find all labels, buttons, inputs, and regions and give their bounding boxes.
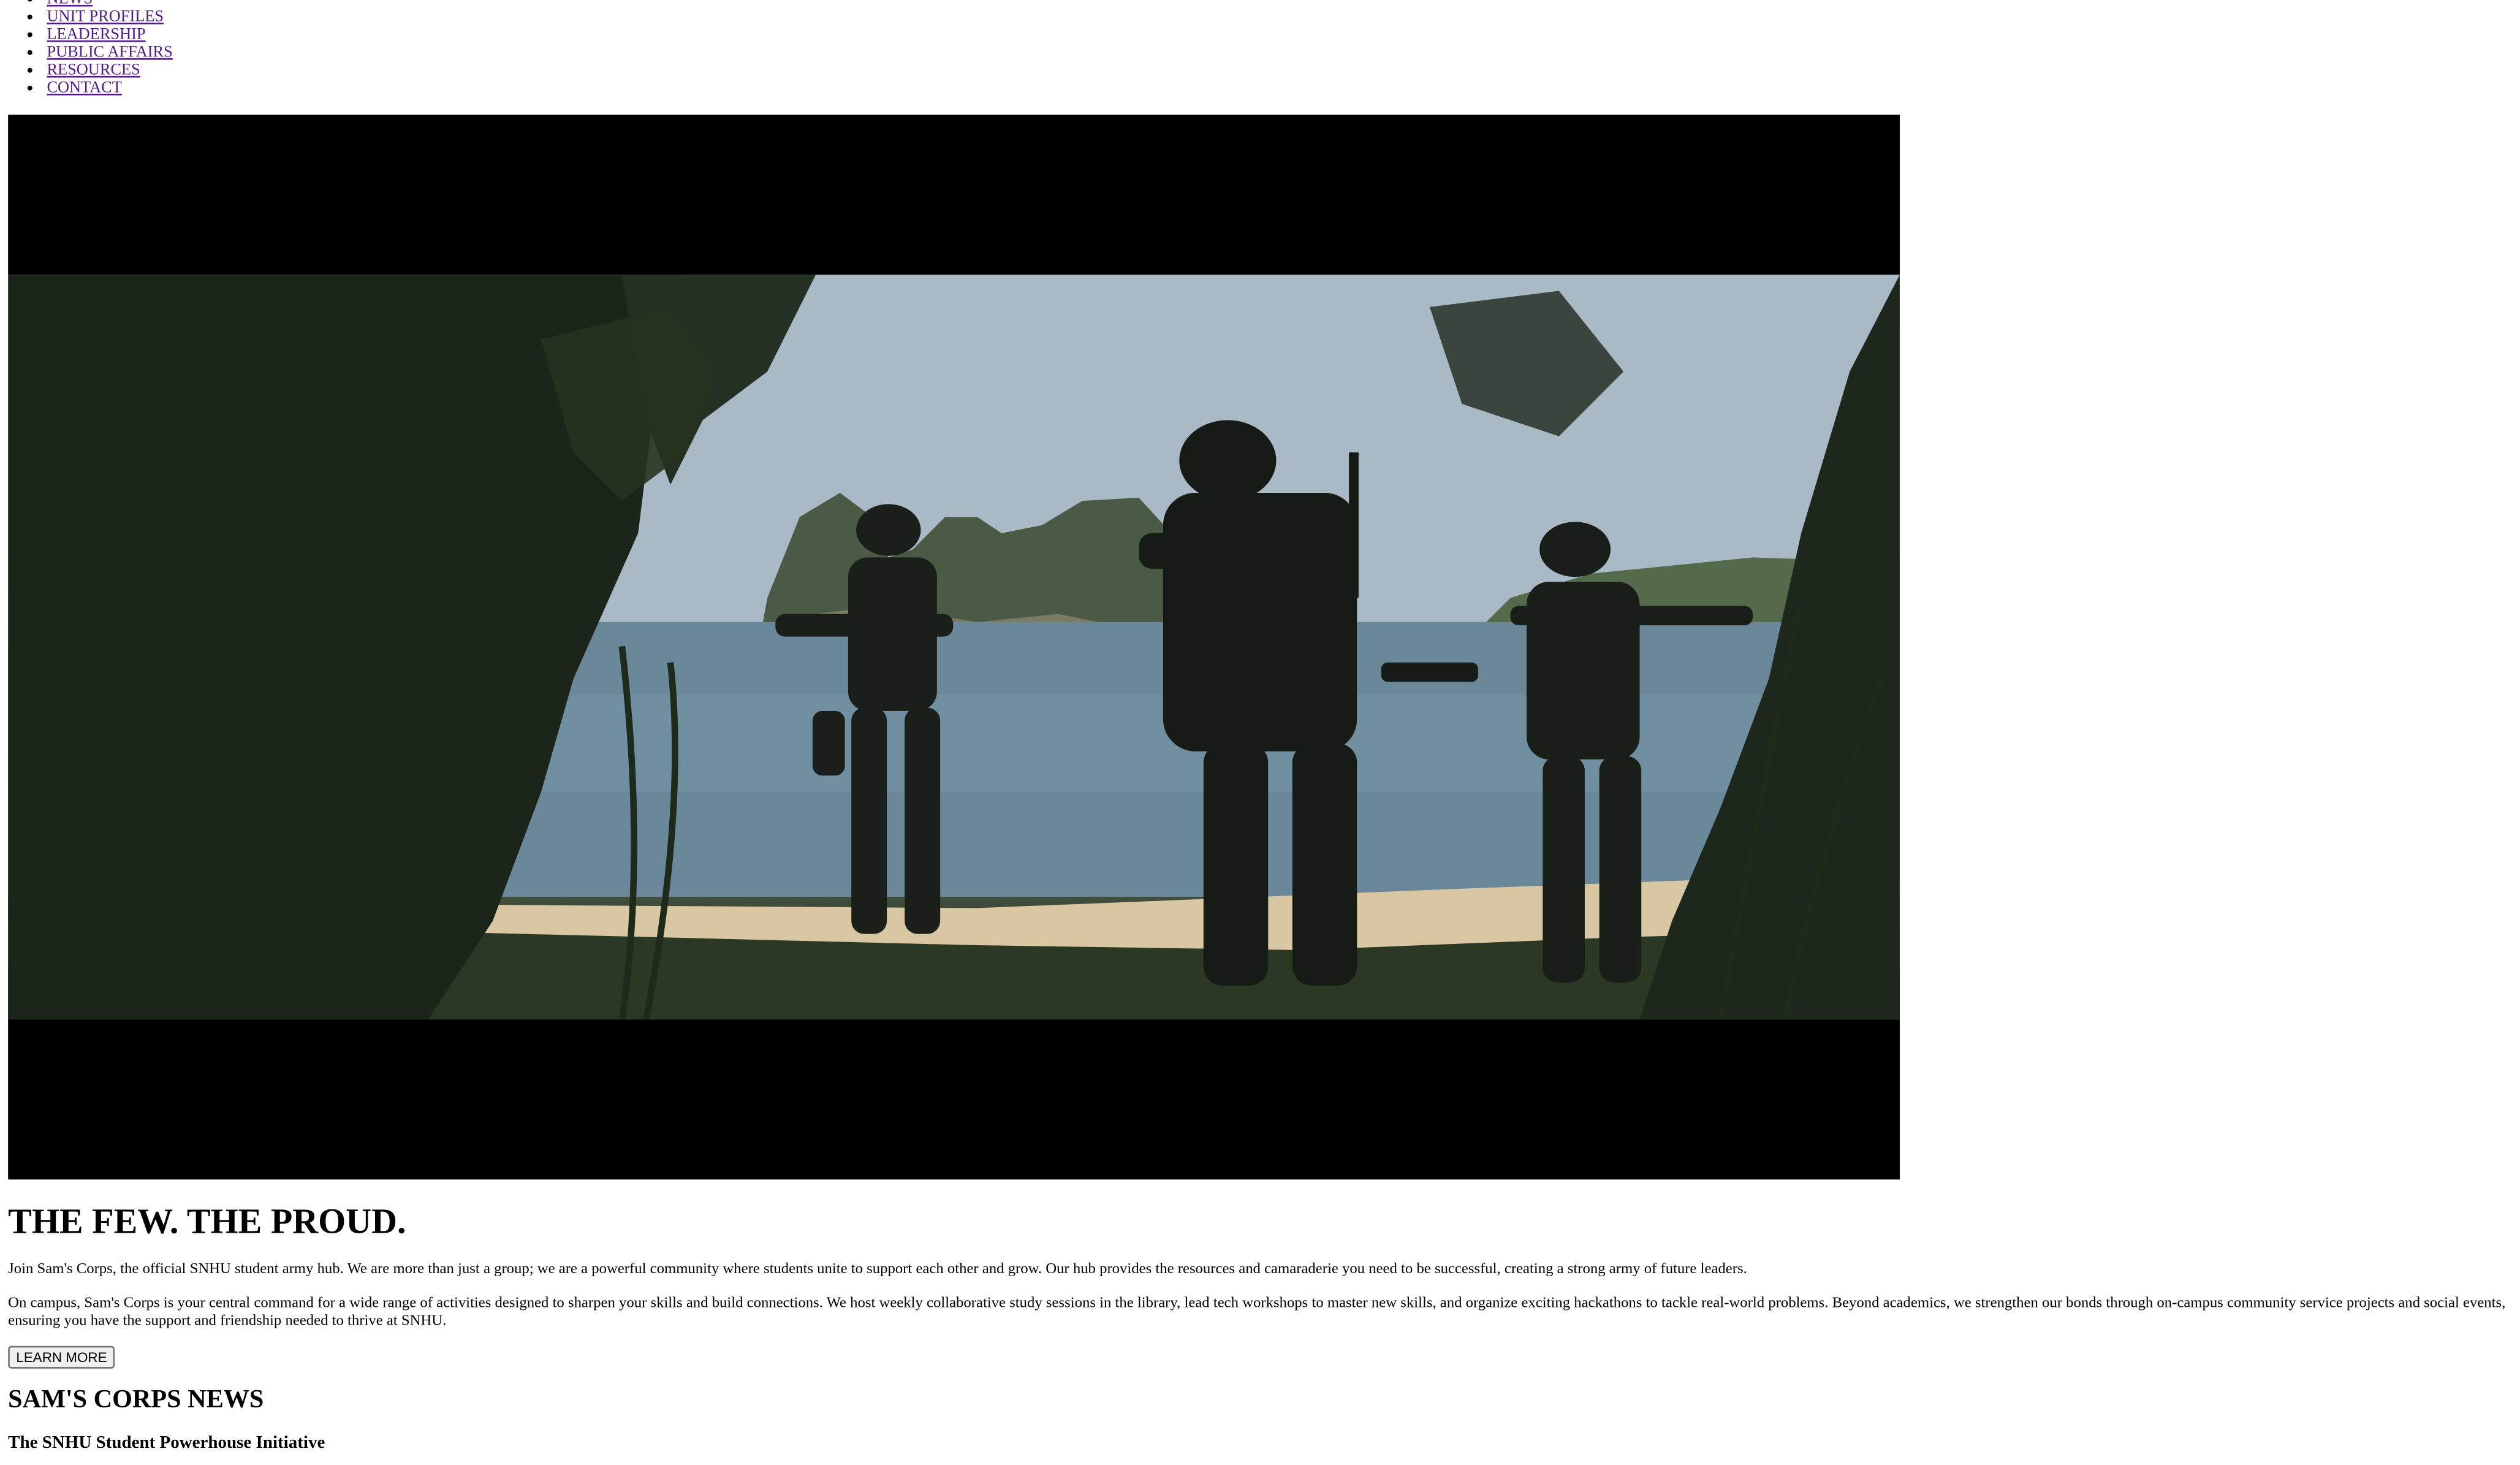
nav-item-news: NEWS bbox=[47, 0, 172, 8]
hero-video-frame bbox=[8, 275, 1900, 1020]
nav-link-contact[interactable]: CONTACT bbox=[47, 79, 121, 97]
nav-item-public-affairs: PUBLIC AFFAIRS bbox=[47, 44, 172, 61]
news-item-title[interactable]: The SNHU Student Powerhouse Initiative bbox=[8, 1431, 325, 1454]
page: NEWS UNIT PROFILES LEADERSHIP PUBLIC AFF… bbox=[0, 0, 2520, 1465]
nav-link-news[interactable]: NEWS bbox=[47, 0, 93, 8]
nav-link-leadership[interactable]: LEADERSHIP bbox=[47, 26, 145, 44]
page-title: THE FEW. THE PROUD. bbox=[8, 1200, 406, 1241]
intro-paragraph: Join Sam's Corps, the official SNHU stud… bbox=[8, 1261, 1747, 1279]
news-section-heading: SAM'S CORPS NEWS bbox=[8, 1386, 264, 1414]
activities-paragraph: On campus, Sam's Corps is your central c… bbox=[8, 1296, 2506, 1330]
nav-link-resources[interactable]: RESOURCES bbox=[47, 61, 140, 79]
nav-link-unit-profiles[interactable]: UNIT PROFILES bbox=[47, 8, 164, 26]
nav-item-resources: RESOURCES bbox=[47, 61, 172, 79]
hero-video[interactable] bbox=[8, 115, 1900, 1180]
nav-link-public-affairs[interactable]: PUBLIC AFFAIRS bbox=[47, 44, 172, 61]
nav-item-leadership: LEADERSHIP bbox=[47, 26, 172, 44]
nav-item-unit-profiles: UNIT PROFILES bbox=[47, 8, 172, 26]
soldiers-silhouette-image bbox=[8, 275, 1900, 1020]
learn-more-button[interactable]: LEARN MORE bbox=[8, 1345, 115, 1369]
main-nav: NEWS UNIT PROFILES LEADERSHIP PUBLIC AFF… bbox=[0, 0, 172, 97]
nav-item-contact: CONTACT bbox=[47, 79, 172, 97]
